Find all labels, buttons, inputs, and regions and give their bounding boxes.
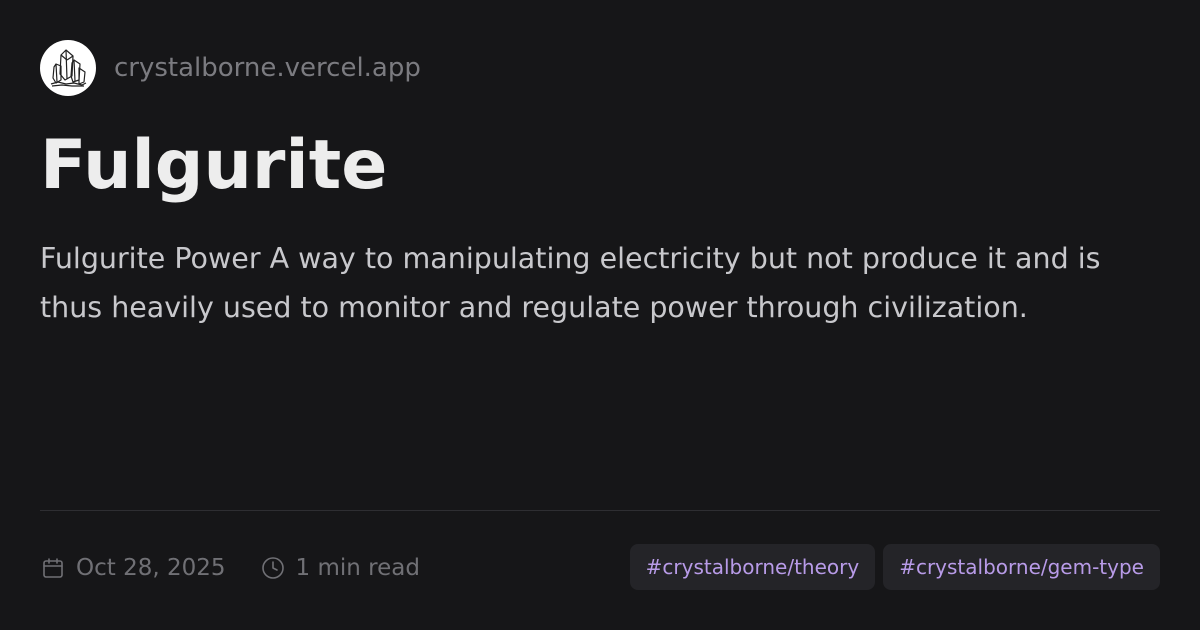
site-name: crystalborne.vercel.app [114, 53, 421, 83]
tag-gem-type[interactable]: #crystalborne/gem-type [883, 544, 1160, 590]
page-title: Fulgurite [40, 126, 388, 205]
publish-date-text: Oct 28, 2025 [76, 555, 226, 581]
site-header[interactable]: crystalborne.vercel.app [40, 40, 421, 96]
tag-list: #crystalborne/theory #crystalborne/gem-t… [629, 544, 1160, 590]
read-time-text: 1 min read [295, 555, 420, 581]
calendar-icon [40, 555, 66, 581]
og-card: crystalborne.vercel.app Fulgurite Fulgur… [0, 0, 1200, 630]
crystal-cluster-icon [40, 40, 96, 96]
read-time: 1 min read [260, 555, 420, 581]
clock-icon [260, 555, 286, 581]
post-description: Fulgurite Power A way to manipulating el… [40, 242, 1101, 324]
publish-date: Oct 28, 2025 [40, 555, 226, 581]
post-meta: Oct 28, 2025 1 min read [40, 548, 420, 588]
tag-theory[interactable]: #crystalborne/theory [629, 544, 876, 590]
divider [40, 510, 1160, 511]
